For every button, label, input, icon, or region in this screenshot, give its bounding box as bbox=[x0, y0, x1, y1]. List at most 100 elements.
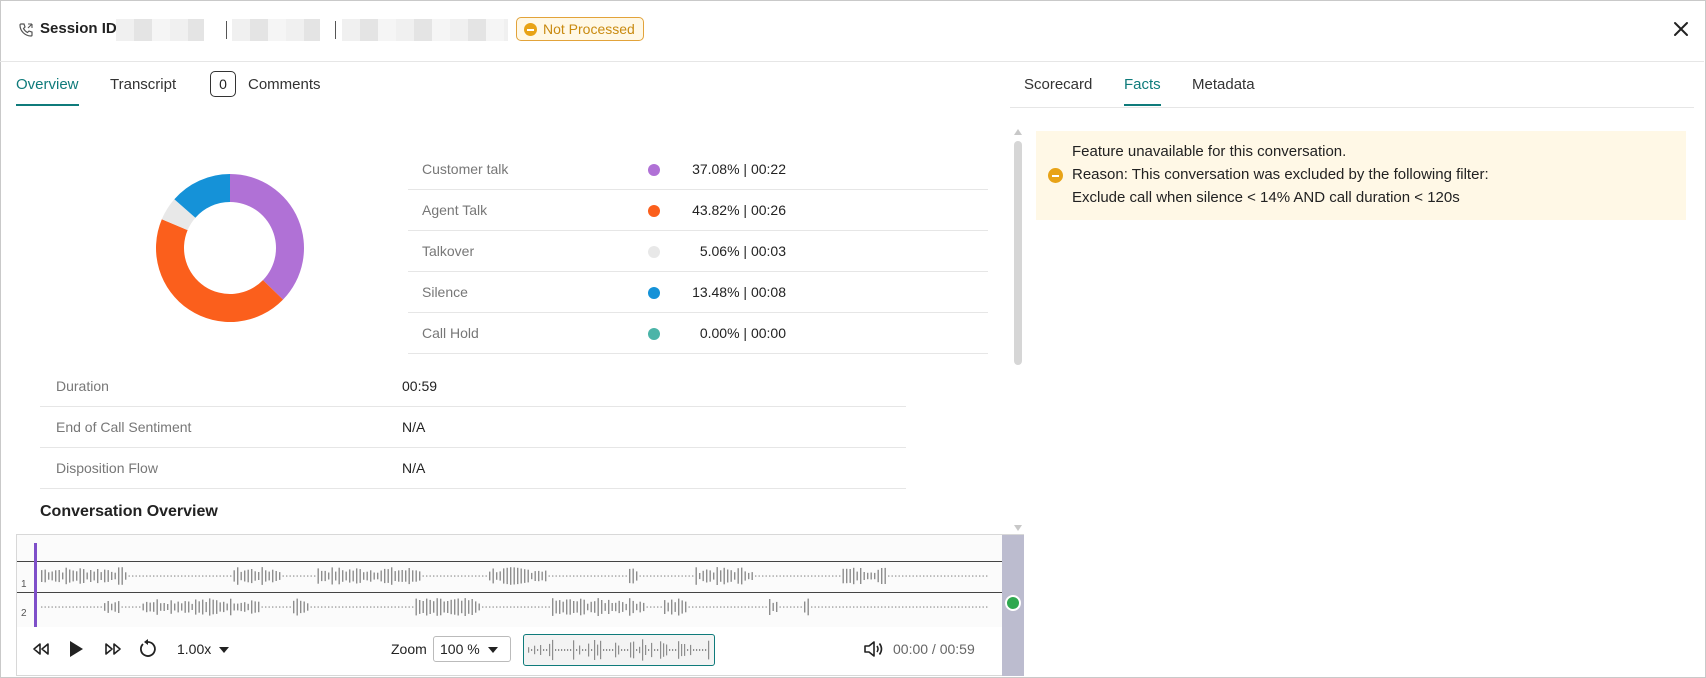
minimap-bar bbox=[573, 640, 575, 660]
waveform-bar bbox=[818, 575, 820, 577]
zoom-select[interactable]: 100 % bbox=[433, 636, 511, 662]
waveform-bar bbox=[429, 575, 431, 577]
waveform-bar bbox=[377, 606, 379, 608]
stat-value: 43.82% | 00:26 bbox=[692, 202, 786, 218]
waveform-bar bbox=[832, 575, 834, 577]
waveform-bar bbox=[783, 606, 785, 608]
waveform-bar bbox=[254, 601, 256, 613]
waveform-bar bbox=[41, 606, 43, 608]
waveform-bar bbox=[870, 606, 872, 608]
scroll-up-icon[interactable] bbox=[1014, 129, 1022, 135]
waveform-bar bbox=[275, 571, 277, 581]
waveform-bar bbox=[713, 606, 715, 608]
rewind-icon[interactable] bbox=[31, 641, 51, 657]
waveform-bar bbox=[331, 606, 333, 608]
waveform-bar bbox=[699, 606, 701, 608]
waveform-bar bbox=[447, 601, 449, 613]
waveform-bar bbox=[713, 572, 715, 580]
waveform-bar bbox=[748, 606, 750, 608]
minimap-bar bbox=[705, 649, 707, 651]
play-icon[interactable] bbox=[67, 639, 85, 659]
close-icon[interactable] bbox=[1670, 18, 1692, 40]
waveform-bar bbox=[531, 572, 533, 580]
fast-forward-icon[interactable] bbox=[103, 641, 123, 657]
waveform-bar bbox=[604, 575, 606, 577]
waveform-bar bbox=[97, 569, 99, 584]
waveform-bar bbox=[314, 575, 316, 577]
volume-icon[interactable] bbox=[863, 639, 885, 659]
minimap-bar bbox=[636, 649, 638, 651]
minimap-bar bbox=[702, 649, 704, 651]
legend-dot bbox=[648, 246, 660, 258]
waveform-bar bbox=[181, 603, 183, 611]
tab-metadata[interactable]: Metadata bbox=[1192, 76, 1255, 104]
waveform-area[interactable]: 1 2 bbox=[17, 535, 1002, 627]
waveform-bar bbox=[580, 575, 582, 577]
waveform-bar bbox=[576, 575, 578, 577]
comments-count-badge[interactable]: 0 bbox=[210, 71, 236, 97]
tab-overview[interactable]: Overview bbox=[16, 76, 79, 106]
waveform-bar bbox=[181, 575, 183, 577]
waveform-bar bbox=[289, 606, 291, 608]
vertical-scrollbar[interactable] bbox=[1012, 125, 1024, 533]
tab-scorecard[interactable]: Scorecard bbox=[1024, 76, 1092, 104]
waveform-bar bbox=[205, 575, 207, 577]
redacted-field bbox=[232, 19, 320, 41]
minimap-bar bbox=[657, 649, 659, 651]
waveform-bar bbox=[639, 601, 641, 613]
waveform-bar bbox=[839, 575, 841, 577]
tab-facts[interactable]: Facts bbox=[1124, 76, 1161, 106]
tab-comments[interactable]: Comments bbox=[248, 76, 321, 104]
waveform-bar bbox=[216, 575, 218, 577]
waveform-bar bbox=[247, 603, 249, 611]
waveform-bar bbox=[209, 575, 211, 577]
waveform-bar bbox=[926, 575, 928, 577]
waveform-bar bbox=[835, 575, 837, 577]
waveform-bar bbox=[100, 606, 102, 608]
waveform-bar bbox=[576, 601, 578, 613]
waveform-bar bbox=[611, 575, 613, 577]
waveform-bar bbox=[121, 606, 123, 608]
replay-icon[interactable] bbox=[137, 638, 159, 660]
waveform-bar bbox=[135, 606, 137, 608]
waveform-bar bbox=[86, 606, 88, 608]
playback-speed-select[interactable]: 1.00x bbox=[177, 641, 230, 657]
waveform-bar bbox=[272, 606, 274, 608]
waveform-bar bbox=[730, 606, 732, 608]
minimap-bar bbox=[540, 645, 542, 655]
waveform-bar bbox=[251, 569, 253, 584]
waveform-bar bbox=[902, 575, 904, 577]
waveform-bar bbox=[559, 600, 561, 614]
waveform-bar bbox=[688, 606, 690, 608]
waveform-bar bbox=[954, 575, 956, 577]
scroll-down-icon[interactable] bbox=[1014, 525, 1022, 531]
scrollbar-thumb[interactable] bbox=[1014, 141, 1022, 365]
waveform-bar bbox=[338, 606, 340, 608]
waveform-bar bbox=[349, 606, 351, 608]
waveform-bar bbox=[93, 606, 95, 608]
waveform-bar bbox=[72, 570, 74, 582]
info-row-sentiment: End of Call Sentiment N/A bbox=[40, 407, 906, 448]
channel-indicator-icon[interactable] bbox=[1005, 595, 1021, 611]
playhead[interactable] bbox=[34, 543, 37, 627]
waveform-bar bbox=[226, 575, 228, 577]
waveform-bar bbox=[461, 575, 463, 577]
waveform-bar bbox=[65, 567, 67, 585]
waveform-bar bbox=[608, 575, 610, 577]
waveform-minimap[interactable] bbox=[523, 634, 715, 666]
stat-label: Customer talk bbox=[422, 161, 509, 177]
waveform-bar bbox=[895, 606, 897, 608]
tab-transcript[interactable]: Transcript bbox=[110, 76, 176, 104]
info-row-duration: Duration 00:59 bbox=[40, 366, 906, 407]
waveform-bar bbox=[128, 575, 130, 577]
waveform-bar bbox=[198, 575, 200, 577]
minimap-bar bbox=[555, 649, 557, 651]
header-divider bbox=[226, 21, 227, 39]
minimap-bar bbox=[570, 649, 572, 651]
waveform-bar bbox=[765, 575, 767, 577]
waveform-bar bbox=[104, 569, 106, 583]
waveform-bar bbox=[769, 599, 771, 615]
waveform-bar bbox=[860, 606, 862, 608]
waveform-bar bbox=[807, 598, 809, 616]
status-badge-label: Not Processed bbox=[543, 21, 635, 37]
